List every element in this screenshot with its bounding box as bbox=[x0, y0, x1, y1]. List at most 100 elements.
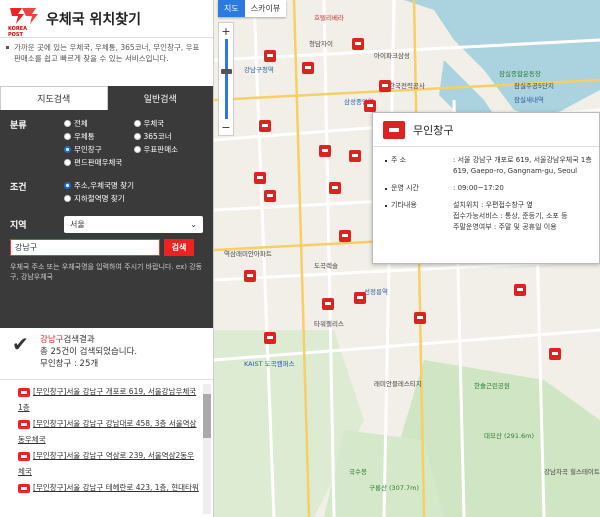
map-label: 역삼래미안아파트 bbox=[224, 250, 272, 258]
info-popup: 무인창구 주 소 : 서울 강남구 개포로 619, 서울강남우체국 1층 619… bbox=[372, 112, 600, 264]
tab-map[interactable]: 지도 bbox=[218, 0, 245, 17]
list-item[interactable]: [무인창구]서울 강남구 테헤란로 423, 1층, 현대타워 bbox=[18, 480, 199, 496]
post-marker[interactable] bbox=[352, 38, 364, 50]
post-pin-icon bbox=[18, 419, 30, 429]
help-text: 우체국 주소 또는 우체국명을 입력하여 주시기 바랍니다. ex) 강동구, … bbox=[10, 263, 203, 281]
map-label: 잠실새내역 bbox=[514, 96, 544, 104]
tab-general-search[interactable]: 일반검색 bbox=[107, 86, 213, 110]
list-item[interactable]: [무인창구]서울 강남구 강남대로 458, 3층 서울역삼동우체국 bbox=[18, 416, 199, 448]
map-label: 구룡산 (307.7m) bbox=[369, 484, 420, 492]
post-marker[interactable] bbox=[339, 230, 351, 242]
radio-selected-icon[interactable] bbox=[64, 182, 71, 189]
intro-text: 가까운 곳에 있는 우체국, 우체통, 365코너, 무인창구, 우표판매소를 … bbox=[0, 38, 213, 86]
popup-address-row: 주 소 : 서울 강남구 개포로 619, 서울강남우체국 1층 619, Gae… bbox=[383, 155, 593, 177]
popup-address-label: 주 소 bbox=[383, 155, 453, 177]
category-row: 분류 전체 우체국 우체통 365코너 무인창구 우표판매소 편드판매우체국 bbox=[10, 118, 203, 168]
search-row: 강남구 검색 bbox=[10, 239, 203, 256]
result-keyword: 강남구 bbox=[40, 335, 64, 345]
category-option-mailbox[interactable]: 우체통 bbox=[64, 131, 134, 142]
map-label: 잠실주공5단지 bbox=[514, 82, 555, 90]
region-select[interactable]: 서울 ⌄ bbox=[64, 216, 203, 233]
radio-icon[interactable] bbox=[133, 120, 141, 127]
list-scrollbar[interactable] bbox=[203, 384, 211, 514]
search-button[interactable]: 검색 bbox=[164, 239, 194, 256]
post-pin-icon bbox=[18, 483, 30, 493]
category-option-post-office[interactable]: 우체국 bbox=[133, 118, 204, 129]
post-marker[interactable] bbox=[264, 50, 276, 62]
map-label: 도곡렉슬 bbox=[314, 262, 338, 270]
post-pin-icon bbox=[18, 451, 30, 461]
search-input[interactable]: 강남구 bbox=[10, 239, 160, 256]
category-option-all[interactable]: 전체 bbox=[64, 118, 134, 129]
radio-icon[interactable] bbox=[64, 159, 71, 166]
category-option-stamp[interactable]: 우표판매소 bbox=[133, 144, 204, 155]
map-label: 국수봉 bbox=[349, 468, 367, 476]
tab-skyview[interactable]: 스카이뷰 bbox=[244, 0, 287, 17]
category-option-365[interactable]: 365코너 bbox=[133, 131, 204, 142]
category-options: 전체 우체국 우체통 365코너 무인창구 우표판매소 편드판매우체국 bbox=[64, 118, 203, 168]
radio-icon[interactable] bbox=[64, 195, 71, 202]
popup-hours-label: 운영 시간 bbox=[383, 183, 453, 194]
condition-options: 주소,우체국명 찾기 지하철역명 찾기 bbox=[64, 180, 203, 204]
post-marker[interactable] bbox=[322, 298, 334, 310]
map-label: 타워팰리스 bbox=[314, 320, 344, 328]
header: KOREA POST 우체국 위치찾기 bbox=[0, 0, 213, 38]
post-marker[interactable] bbox=[349, 150, 361, 162]
scroll-thumb[interactable] bbox=[203, 394, 211, 438]
results-list: [무인창구]서울 강남구 개포로 619, 서울강남우체국 1층 [무인창구]서… bbox=[0, 380, 213, 515]
page-title: 우체국 위치찾기 bbox=[46, 11, 142, 28]
map-label: 한국전력공사 bbox=[389, 82, 425, 90]
map-label: 래미안블레스티지 bbox=[374, 380, 422, 388]
post-marker[interactable] bbox=[319, 145, 331, 157]
post-marker[interactable] bbox=[244, 270, 256, 282]
post-marker[interactable] bbox=[414, 312, 426, 324]
list-item[interactable]: [무인창구]서울 강남구 역삼로 239, 서울역삼2동우체국 bbox=[18, 448, 199, 480]
post-marker[interactable] bbox=[329, 182, 341, 194]
post-marker[interactable] bbox=[302, 62, 314, 74]
post-marker[interactable] bbox=[264, 190, 276, 202]
popup-title: 무인창구 bbox=[413, 123, 454, 137]
zoom-handle[interactable] bbox=[221, 69, 232, 74]
post-marker[interactable] bbox=[379, 80, 391, 92]
post-marker[interactable] bbox=[364, 100, 376, 112]
post-marker[interactable] bbox=[354, 292, 366, 304]
map-label: 선정릉역 bbox=[364, 288, 388, 296]
radio-icon[interactable] bbox=[64, 120, 71, 127]
condition-row: 조건 주소,우체국명 찾기 지하철역명 찾기 bbox=[10, 180, 203, 204]
popup-etc-line: 주말운영여부 : 주말 및 공휴일 이용 bbox=[453, 223, 557, 231]
zoom-out-button[interactable]: − bbox=[219, 119, 233, 135]
category-option-fund[interactable]: 편드판매우체국 bbox=[64, 157, 134, 168]
popup-etc-row: 기타내용 설치위치 : 우편접수창구 옆 접수가능서비스 : 통상, 준등기, … bbox=[383, 200, 593, 233]
result-summary: ✔ 강남구검색결과 총 25건이 검색되었습니다. 무인창구 : 25개 bbox=[0, 328, 213, 380]
radio-icon[interactable] bbox=[133, 146, 141, 153]
map-label: 한솔근린공원 bbox=[474, 382, 510, 390]
popup-header: 무인창구 bbox=[373, 113, 599, 147]
zoom-in-button[interactable]: + bbox=[219, 23, 233, 39]
tab-map-search[interactable]: 지도검색 bbox=[0, 86, 108, 110]
post-marker[interactable] bbox=[514, 284, 526, 296]
radio-icon[interactable] bbox=[64, 133, 71, 140]
category-option-unmanned[interactable]: 무인창구 bbox=[64, 144, 134, 155]
logo-text: KOREA POST bbox=[8, 25, 28, 38]
popup-etc-line: 설치위치 : 우편접수창구 옆 bbox=[453, 201, 533, 209]
post-marker[interactable] bbox=[254, 172, 266, 184]
list-item[interactable]: [무인창구]서울 강남구 개포로 619, 서울강남우체국 1층 bbox=[18, 384, 199, 416]
popup-body: 주 소 : 서울 강남구 개포로 619, 서울강남우체국 1층 619, Gae… bbox=[373, 147, 599, 233]
search-panel: KOREA POST 우체국 위치찾기 가까운 곳에 있는 우체국, 우체통, … bbox=[0, 0, 214, 517]
condition-label: 조건 bbox=[10, 183, 27, 193]
radio-selected-icon[interactable] bbox=[64, 146, 71, 153]
condition-option-address[interactable]: 주소,우체국명 찾기 bbox=[64, 180, 203, 191]
radio-icon[interactable] bbox=[133, 133, 141, 140]
condition-option-subway[interactable]: 지하철역명 찾기 bbox=[64, 193, 203, 204]
zoom-slider[interactable] bbox=[219, 39, 233, 119]
search-tabs: 지도검색 일반검색 bbox=[0, 86, 213, 110]
post-pin-icon bbox=[18, 387, 30, 397]
map-label: 강남자곡 힐스테이트아파트 bbox=[544, 468, 600, 476]
popup-hours-row: 운영 시간 : 09:00~17:20 bbox=[383, 183, 593, 194]
post-marker[interactable] bbox=[549, 348, 561, 360]
popup-etc-line: 접수가능서비스 : 통상, 준등기, 소포 등 bbox=[453, 212, 568, 220]
region-label: 지역 bbox=[10, 221, 27, 231]
post-marker[interactable] bbox=[264, 332, 276, 344]
post-marker[interactable] bbox=[259, 120, 271, 132]
map-label: 청담자이 bbox=[309, 40, 333, 48]
